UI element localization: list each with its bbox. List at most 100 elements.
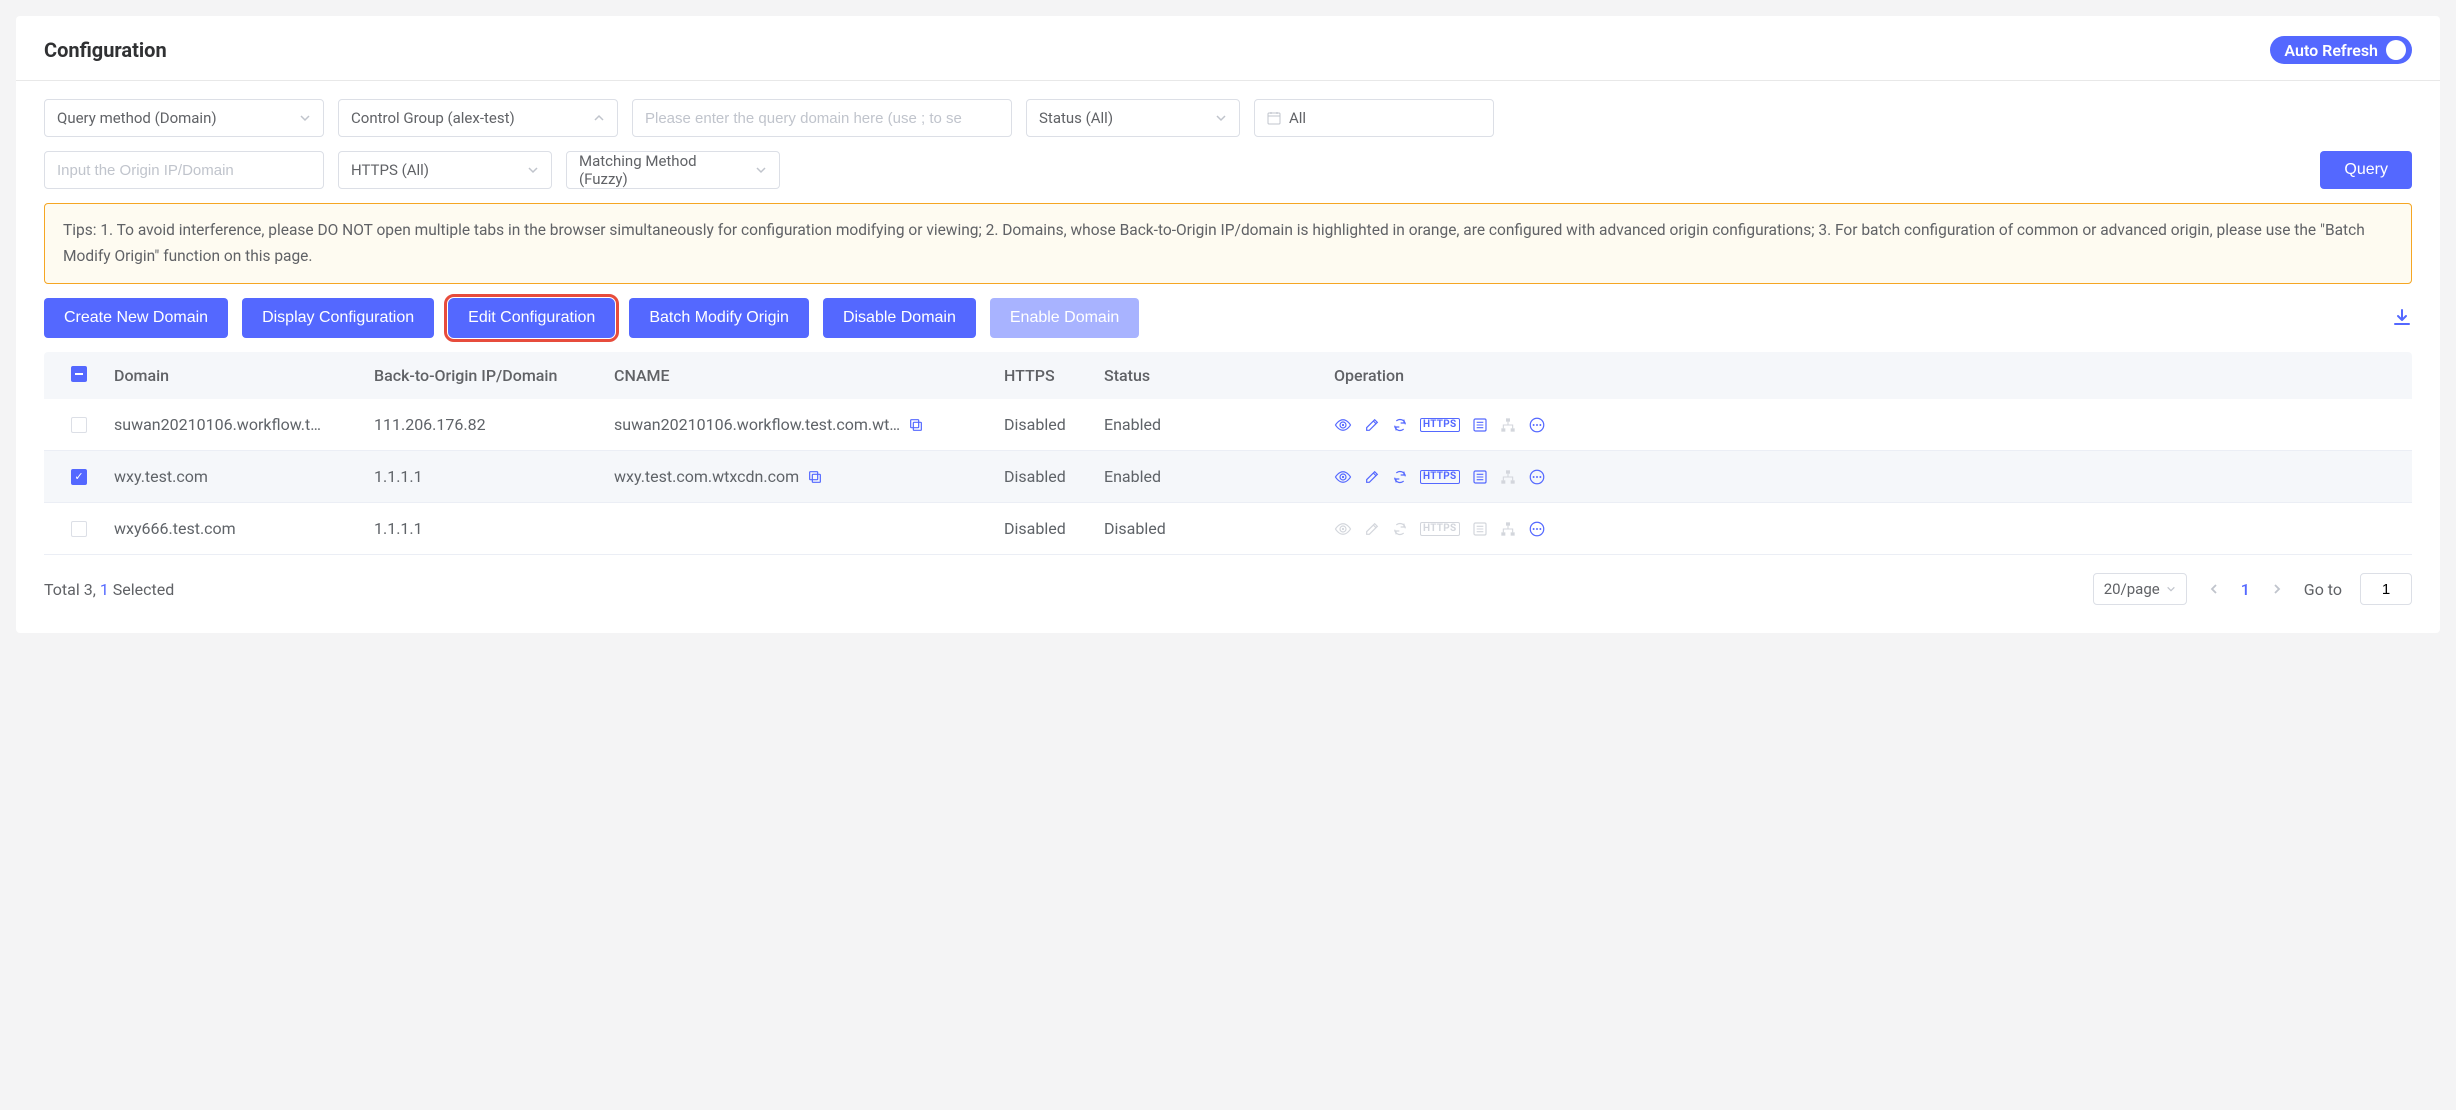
- cell-origin: 1.1.1.1: [374, 467, 614, 486]
- chevron-down-icon: [287, 112, 311, 124]
- origin-input-wrap: [44, 151, 324, 189]
- refresh-icon[interactable]: [1392, 417, 1408, 433]
- more-icon[interactable]: [1528, 468, 1546, 486]
- create-domain-button[interactable]: Create New Domain: [44, 298, 228, 338]
- row-checkbox[interactable]: [71, 521, 87, 537]
- batch-modify-button[interactable]: Batch Modify Origin: [629, 298, 809, 338]
- cell-domain: wxy666.test.com: [114, 519, 374, 538]
- cell-status: Enabled: [1104, 467, 1334, 486]
- action-bar: Create New Domain Display Configuration …: [16, 298, 2440, 352]
- edit-icon: [1364, 521, 1380, 537]
- matching-method-select[interactable]: Matching Method (Fuzzy): [566, 151, 780, 189]
- chevron-up-icon: [581, 112, 605, 124]
- col-origin: Back-to-Origin IP/Domain: [374, 366, 614, 385]
- display-config-button[interactable]: Display Configuration: [242, 298, 434, 338]
- col-operation: Operation: [1334, 366, 2412, 385]
- sitemap-icon: [1500, 417, 1516, 433]
- toggle-knob: [2386, 40, 2406, 60]
- copy-icon[interactable]: [807, 469, 823, 485]
- refresh-icon[interactable]: [1392, 469, 1408, 485]
- next-page-button[interactable]: [2268, 579, 2286, 599]
- https-select[interactable]: HTTPS (All): [338, 151, 552, 189]
- control-group-label: Control Group (alex-test): [351, 109, 515, 127]
- date-filter-label: All: [1289, 109, 1306, 127]
- page-title: Configuration: [44, 38, 167, 62]
- cell-operation: HTTPS: [1334, 520, 2412, 538]
- date-filter[interactable]: All: [1254, 99, 1494, 137]
- cell-operation: HTTPS: [1334, 468, 2412, 486]
- query-method-label: Query method (Domain): [57, 109, 217, 127]
- https-icon[interactable]: HTTPS: [1420, 470, 1460, 484]
- chevron-down-icon: [2166, 584, 2176, 594]
- query-domain-input[interactable]: [645, 110, 999, 127]
- sitemap-icon: [1500, 469, 1516, 485]
- view-icon[interactable]: [1334, 416, 1352, 434]
- copy-icon[interactable]: [908, 417, 924, 433]
- list-icon[interactable]: [1472, 469, 1488, 485]
- col-https: HTTPS: [1004, 366, 1104, 385]
- more-icon[interactable]: [1528, 520, 1546, 538]
- cell-domain: wxy.test.com: [114, 467, 374, 486]
- matching-method-label: Matching Method (Fuzzy): [579, 152, 749, 188]
- table-row: wxy666.test.com 1.1.1.1 Disabled Disable…: [44, 503, 2412, 555]
- enable-domain-button[interactable]: Enable Domain: [990, 298, 1139, 338]
- table-header: Domain Back-to-Origin IP/Domain CNAME HT…: [44, 352, 2412, 399]
- table-footer: Total 3, 1 Selected 20/page 1 Go to: [16, 555, 2440, 633]
- sitemap-icon: [1500, 521, 1516, 537]
- cell-https: Disabled: [1004, 467, 1104, 486]
- edit-icon[interactable]: [1364, 417, 1380, 433]
- page-header: Configuration Auto Refresh: [16, 16, 2440, 81]
- chevron-down-icon: [1203, 112, 1227, 124]
- table-row: suwan20210106.workflow.t… 111.206.176.82…: [44, 399, 2412, 451]
- query-domain-input-wrap: [632, 99, 1012, 137]
- goto-page-input[interactable]: [2360, 573, 2412, 605]
- https-select-label: HTTPS (All): [351, 161, 429, 179]
- filter-bar: Query method (Domain) Control Group (ale…: [16, 81, 2440, 189]
- more-icon[interactable]: [1528, 416, 1546, 434]
- cell-cname: suwan20210106.workflow.test.com.wt…: [614, 415, 1004, 434]
- https-icon[interactable]: HTTPS: [1420, 418, 1460, 432]
- row-checkbox[interactable]: [71, 417, 87, 433]
- cell-https: Disabled: [1004, 519, 1104, 538]
- list-icon[interactable]: [1472, 417, 1488, 433]
- prev-page-button[interactable]: [2205, 579, 2223, 599]
- row-checkbox[interactable]: ✓: [71, 469, 87, 485]
- per-page-select[interactable]: 20/page: [2093, 573, 2187, 605]
- cell-domain: suwan20210106.workflow.t…: [114, 415, 374, 434]
- cell-https: Disabled: [1004, 415, 1104, 434]
- https-icon: HTTPS: [1420, 522, 1460, 536]
- download-icon[interactable]: [2392, 308, 2412, 328]
- control-group-select[interactable]: Control Group (alex-test): [338, 99, 618, 137]
- tips-banner: Tips: 1. To avoid interference, please D…: [44, 203, 2412, 284]
- refresh-icon: [1392, 521, 1408, 537]
- disable-domain-button[interactable]: Disable Domain: [823, 298, 976, 338]
- query-button[interactable]: Query: [2320, 151, 2412, 189]
- status-select[interactable]: Status (All): [1026, 99, 1240, 137]
- list-icon: [1472, 521, 1488, 537]
- calendar-icon: [1267, 111, 1281, 125]
- select-all-checkbox[interactable]: [71, 366, 87, 382]
- auto-refresh-label: Auto Refresh: [2284, 41, 2378, 60]
- cell-operation: HTTPS: [1334, 416, 2412, 434]
- cell-origin: 111.206.176.82: [374, 415, 614, 434]
- selected-count: 1: [100, 580, 109, 599]
- chevron-down-icon: [749, 164, 767, 176]
- query-method-select[interactable]: Query method (Domain): [44, 99, 324, 137]
- col-cname: CNAME: [614, 366, 1004, 385]
- col-status: Status: [1104, 366, 1334, 385]
- status-label: Status (All): [1039, 109, 1113, 127]
- selection-summary: Total 3, 1 Selected: [44, 580, 174, 599]
- auto-refresh-toggle[interactable]: Auto Refresh: [2270, 36, 2412, 64]
- edit-icon[interactable]: [1364, 469, 1380, 485]
- edit-config-button[interactable]: Edit Configuration: [448, 298, 615, 338]
- current-page[interactable]: 1: [2241, 580, 2250, 599]
- cell-origin: 1.1.1.1: [374, 519, 614, 538]
- cell-status: Disabled: [1104, 519, 1334, 538]
- origin-input[interactable]: [57, 162, 311, 179]
- view-icon[interactable]: [1334, 468, 1352, 486]
- table-row: ✓ wxy.test.com 1.1.1.1 wxy.test.com.wtxc…: [44, 451, 2412, 503]
- domain-table: Domain Back-to-Origin IP/Domain CNAME HT…: [44, 352, 2412, 555]
- pagination: 20/page 1 Go to: [2093, 573, 2412, 605]
- configuration-page: Configuration Auto Refresh Query method …: [16, 16, 2440, 633]
- col-domain: Domain: [114, 366, 374, 385]
